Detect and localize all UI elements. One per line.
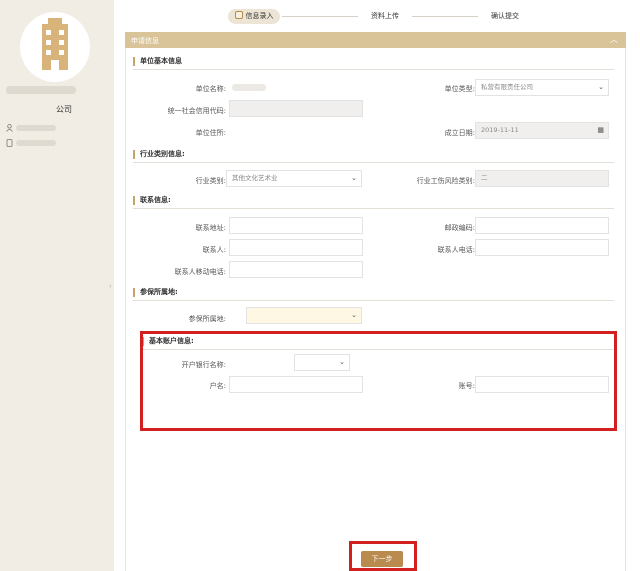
founded-date-field[interactable]: 2019-11-11 ▦ bbox=[475, 122, 609, 139]
credit-code-field bbox=[229, 100, 363, 117]
contact-phone-input[interactable] bbox=[475, 239, 609, 256]
section-divider bbox=[133, 208, 614, 209]
sidebar-user-row bbox=[6, 124, 56, 134]
chevron-down-icon: ⌄ bbox=[351, 174, 357, 182]
company-name: 公司 bbox=[56, 105, 72, 114]
highlight-box-bank bbox=[140, 331, 617, 431]
step-info-entry[interactable]: 信息录入 bbox=[228, 9, 280, 24]
user-icon bbox=[6, 124, 13, 132]
label-founded-date: 成立日期: bbox=[444, 129, 475, 137]
step-confirm[interactable]: 确认提交 bbox=[480, 9, 530, 24]
building-icon bbox=[42, 18, 68, 70]
label-unit-type: 单位类型: bbox=[444, 85, 475, 93]
risk-category-value: 二 bbox=[481, 174, 488, 182]
step-upload[interactable]: 资料上传 bbox=[360, 9, 410, 24]
insured-location-select[interactable]: ⌄ bbox=[246, 307, 362, 324]
step-connector bbox=[412, 16, 478, 17]
highlight-box-next bbox=[349, 541, 417, 571]
label-industry-category: 行业类别: bbox=[195, 177, 226, 185]
contact-mobile-input[interactable] bbox=[229, 261, 363, 278]
section-title-contact: 联系信息: bbox=[133, 196, 171, 205]
sidebar-phone-row bbox=[6, 139, 56, 149]
label-contact-address: 联系地址: bbox=[195, 224, 226, 232]
section-divider bbox=[133, 69, 614, 70]
step-label: 信息录入 bbox=[245, 12, 274, 20]
label-contact-mobile: 联系人移动电话: bbox=[174, 268, 226, 276]
label-credit-code: 统一社会信用代码: bbox=[167, 107, 226, 115]
section-title-basic: 单位基本信息 bbox=[133, 57, 182, 66]
contact-person-input[interactable] bbox=[229, 239, 363, 256]
risk-category-field: 二 bbox=[475, 170, 609, 187]
label-contact-person: 联系人: bbox=[202, 246, 226, 254]
panel-title: 申请信息 bbox=[131, 37, 159, 45]
section-divider bbox=[133, 162, 614, 163]
redacted-value bbox=[232, 84, 266, 91]
label-contact-phone: 联系人电话: bbox=[437, 246, 475, 254]
step-label: 确认提交 bbox=[491, 12, 519, 20]
section-title-industry: 行业类别信息: bbox=[133, 150, 185, 159]
chevron-down-icon: ⌄ bbox=[351, 311, 357, 319]
section-divider bbox=[133, 300, 614, 301]
chevron-down-icon: ⌄ bbox=[598, 83, 604, 91]
step-label: 资料上传 bbox=[371, 12, 399, 20]
calendar-icon: ▦ bbox=[597, 126, 604, 134]
sidebar: 公司 ‹ bbox=[0, 0, 114, 571]
label-insured-location: 参保所属地: bbox=[188, 315, 226, 323]
step-connector bbox=[282, 16, 358, 17]
label-risk-category: 行业工伤风险类别: bbox=[416, 177, 475, 185]
postcode-input[interactable] bbox=[475, 217, 609, 234]
edit-icon bbox=[234, 11, 243, 19]
chevron-up-icon[interactable]: ︿ bbox=[610, 34, 618, 45]
label-unit-address: 单位住所: bbox=[195, 129, 226, 137]
unit-type-select[interactable]: 私营有限责任公司 ⌄ bbox=[475, 79, 609, 96]
label-unit-name: 单位名称: bbox=[195, 85, 226, 93]
founded-date-value: 2019-11-11 bbox=[481, 126, 519, 134]
industry-category-value: 其他文化艺术业 bbox=[232, 174, 278, 182]
collapse-arrow-icon[interactable]: ‹ bbox=[109, 283, 111, 290]
contact-address-input[interactable] bbox=[229, 217, 363, 234]
panel-header[interactable]: 申请信息 ︿ bbox=[125, 32, 626, 48]
section-title-insured: 参保所属地: bbox=[133, 288, 178, 297]
company-name-redacted bbox=[6, 86, 76, 94]
phone-icon bbox=[6, 139, 13, 147]
unit-type-value: 私营有限责任公司 bbox=[481, 83, 533, 91]
label-postcode: 邮政编码: bbox=[444, 224, 475, 232]
industry-category-select[interactable]: 其他文化艺术业 ⌄ bbox=[226, 170, 362, 187]
